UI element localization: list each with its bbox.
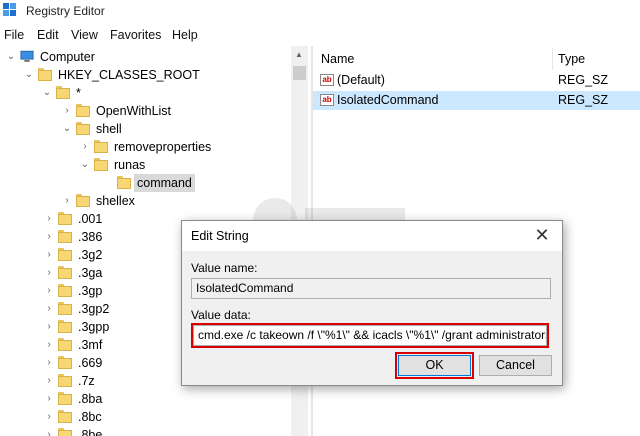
edit-string-dialog: Edit String ✕ Value name: IsolatedComman…	[181, 220, 563, 386]
highlight-box	[191, 323, 549, 348]
folder-icon	[58, 374, 72, 387]
folder-icon	[58, 302, 72, 315]
registry-editor-icon	[3, 3, 16, 16]
chevron-right-icon[interactable]: ›	[44, 408, 54, 426]
chevron-right-icon[interactable]: ›	[44, 318, 54, 336]
folder-icon	[58, 266, 72, 279]
folder-icon	[58, 284, 72, 297]
chevron-right-icon[interactable]: ›	[44, 390, 54, 408]
folder-icon	[76, 194, 90, 207]
tree-item-label: .669	[78, 356, 103, 370]
folder-icon	[58, 212, 72, 225]
chevron-right-icon[interactable]: ›	[44, 228, 54, 246]
tree-item-label: removeproperties	[114, 140, 212, 154]
value-row[interactable]: ab IsolatedCommand REG_SZ	[313, 91, 640, 110]
window-title: Registry Editor	[26, 4, 105, 18]
scrollbar-thumb[interactable]	[293, 66, 306, 80]
tree-item-label: runas	[114, 158, 146, 172]
tree-item-label: .7z	[78, 374, 95, 388]
chevron-right-icon[interactable]: ›	[44, 282, 54, 300]
menu-view[interactable]: View	[71, 28, 98, 42]
tree-item-label: .3ga	[78, 266, 103, 280]
tree-item-label: *	[76, 86, 81, 100]
tree-item-label: Computer	[40, 50, 95, 64]
value-type: REG_SZ	[558, 73, 609, 87]
folder-icon	[58, 320, 72, 333]
chevron-down-icon[interactable]: ⌄	[42, 84, 52, 102]
scroll-up-arrow-icon[interactable]: ▲	[295, 50, 303, 59]
folder-icon	[58, 428, 72, 436]
chevron-right-icon[interactable]: ›	[44, 336, 54, 354]
chevron-right-icon[interactable]: ›	[80, 138, 90, 156]
chevron-right-icon[interactable]: ›	[44, 372, 54, 390]
value-data-label: Value data:	[191, 308, 251, 322]
folder-icon	[58, 248, 72, 261]
tree-item-label: .001	[78, 212, 103, 226]
menu-favorites[interactable]: Favorites	[110, 28, 161, 42]
column-divider[interactable]	[552, 48, 553, 70]
value-type: REG_SZ	[558, 93, 609, 107]
menu-bar: File Edit View Favorites Help	[0, 26, 640, 46]
value-name-label: Value name:	[191, 261, 258, 275]
string-value-icon: ab	[320, 74, 334, 86]
value-name: IsolatedCommand	[337, 93, 439, 107]
value-name-field: IsolatedCommand	[191, 278, 551, 299]
highlight-box	[395, 352, 474, 379]
tree-item-label: .8ba	[78, 392, 103, 406]
tree-item-label: .386	[78, 230, 103, 244]
chevron-right-icon[interactable]: ›	[44, 246, 54, 264]
menu-help[interactable]: Help	[172, 28, 198, 42]
tree-item-label: HKEY_CLASSES_ROOT	[58, 68, 200, 82]
tree-item-label: .3g2	[78, 248, 103, 262]
folder-icon	[58, 410, 72, 423]
folder-icon	[56, 86, 70, 99]
folder-icon	[58, 230, 72, 243]
window-titlebar: Registry Editor	[0, 0, 640, 22]
dialog-titlebar: Edit String ✕	[182, 221, 562, 251]
value-row[interactable]: ab (Default) REG_SZ	[313, 71, 640, 90]
chevron-right-icon[interactable]: ›	[62, 102, 72, 120]
chevron-right-icon[interactable]: ›	[44, 300, 54, 318]
folder-icon	[94, 158, 108, 171]
computer-icon	[20, 50, 34, 62]
folder-icon	[58, 338, 72, 351]
chevron-down-icon[interactable]: ⌄	[62, 120, 72, 138]
folder-icon	[76, 104, 90, 117]
chevron-right-icon[interactable]: ›	[44, 354, 54, 372]
column-header-type[interactable]: Type	[558, 52, 585, 66]
tree-item-label: .8bc	[78, 410, 102, 424]
chevron-right-icon[interactable]: ›	[44, 426, 54, 436]
tree-item-label: OpenWithList	[96, 104, 172, 118]
chevron-down-icon[interactable]: ⌄	[6, 48, 16, 66]
folder-icon	[76, 122, 90, 135]
chevron-down-icon[interactable]: ⌄	[80, 156, 90, 174]
menu-file[interactable]: File	[4, 28, 24, 42]
dialog-title: Edit String	[191, 229, 249, 243]
tree-item-label: shell	[96, 122, 122, 136]
tree-item-label: .3gp2	[78, 302, 110, 316]
chevron-right-icon[interactable]: ›	[44, 210, 54, 228]
tree-item-label: .3mf	[78, 338, 103, 352]
chevron-down-icon[interactable]: ⌄	[24, 66, 34, 84]
tree-item-label: shellex	[96, 194, 135, 208]
value-name: (Default)	[337, 73, 385, 87]
chevron-right-icon[interactable]: ›	[62, 192, 72, 210]
folder-icon	[94, 140, 108, 153]
close-icon[interactable]: ✕	[532, 225, 552, 245]
tree-item-label: .8be	[78, 428, 103, 436]
cancel-button[interactable]: Cancel	[479, 355, 552, 376]
folder-icon	[58, 356, 72, 369]
folder-icon	[38, 68, 52, 81]
chevron-right-icon[interactable]: ›	[44, 264, 54, 282]
tree-item-label: command	[134, 174, 195, 192]
column-header-name[interactable]: Name	[321, 52, 354, 66]
menu-edit[interactable]: Edit	[37, 28, 59, 42]
folder-icon	[58, 392, 72, 405]
tree-item-label: .3gpp	[78, 320, 110, 334]
folder-icon	[117, 176, 131, 189]
string-value-icon: ab	[320, 94, 334, 106]
tree-item-label: .3gp	[78, 284, 103, 298]
